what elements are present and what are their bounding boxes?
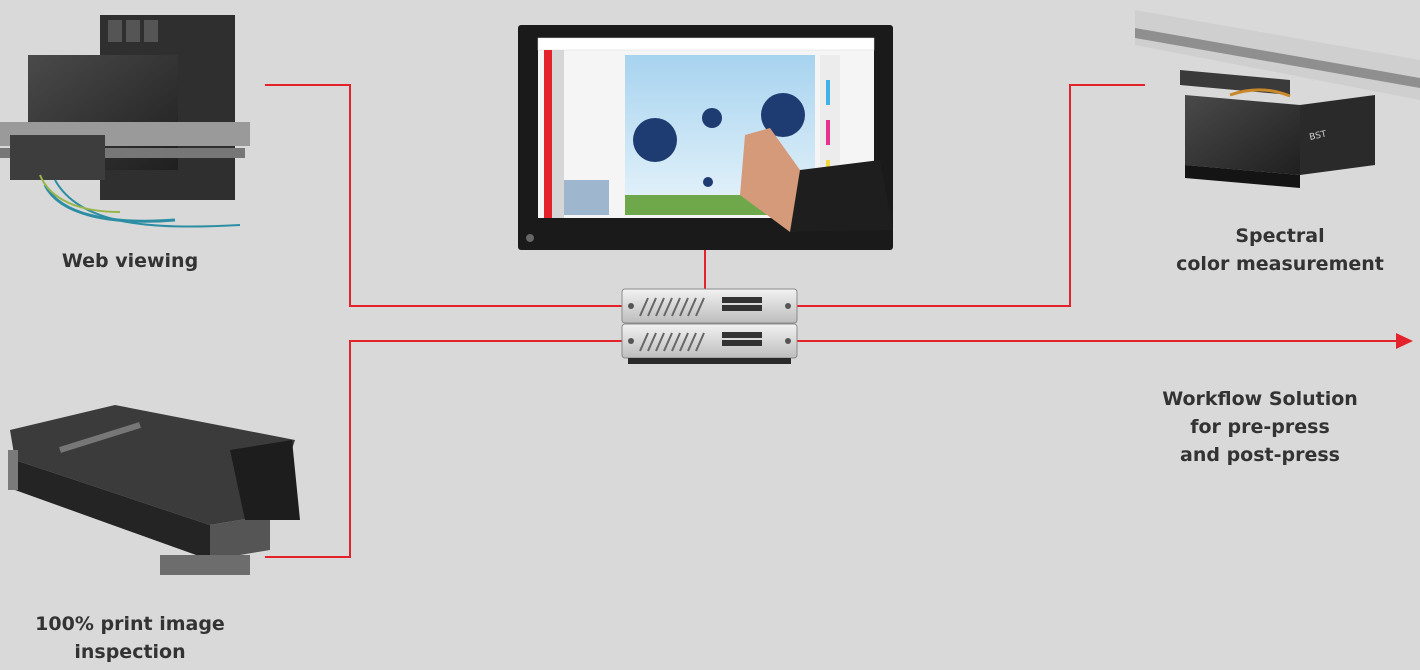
- system-diagram: BST Web viewing Spectral color measureme…: [0, 0, 1420, 670]
- label-workflow-solution: Workflow Solution for pre-press and post…: [1162, 388, 1358, 466]
- touchscreen-monitor-icon: [518, 25, 893, 250]
- label-spectral-color-measurement: Spectral color measurement: [1176, 225, 1384, 275]
- label-print-inspection: 100% print image inspection: [35, 613, 225, 663]
- connector-print-inspection: [265, 340, 622, 558]
- rack-server-icon: [621, 288, 798, 364]
- spectral-sensor-icon: BST: [1135, 10, 1420, 188]
- label-web-viewing: Web viewing: [61, 250, 199, 272]
- arrow-right-icon: [1396, 333, 1413, 349]
- diagram-canvas: BST: [0, 10, 1420, 575]
- inspection-bar-icon: [8, 405, 300, 575]
- camera-unit-icon: [0, 15, 250, 228]
